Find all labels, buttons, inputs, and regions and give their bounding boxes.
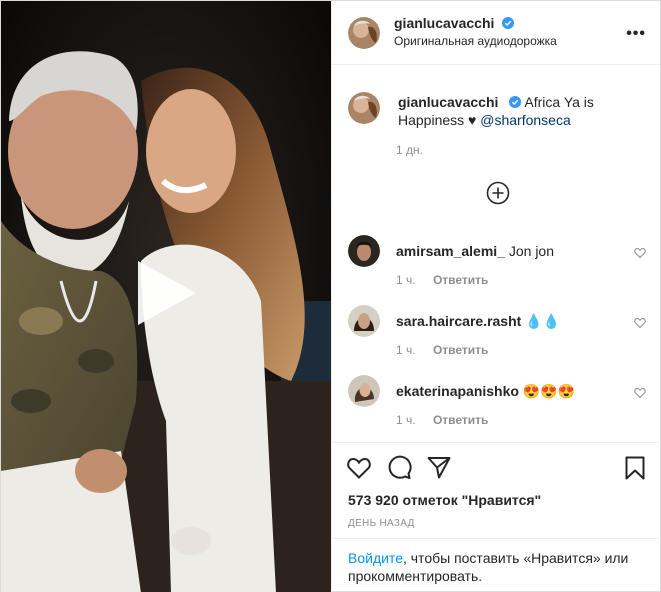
comment-meta: 1 ч. Ответить (396, 413, 502, 427)
reply-button[interactable]: Ответить (433, 273, 488, 287)
comment-like-icon[interactable] (634, 387, 646, 399)
comment-time[interactable]: 1 ч. (396, 273, 416, 287)
comment-item: amirsam_alemi_ Jon jon 1 ч. Ответить (348, 235, 648, 295)
comments-section: gianlucavacchi Africa Ya is Happiness ♥ … (332, 65, 661, 442)
avatar-image (348, 16, 380, 49)
comment-meta: 1 ч. Ответить (396, 273, 502, 287)
likes-count[interactable]: 573 920 отметок "Нравится" (348, 492, 541, 508)
post-video[interactable] (1, 1, 331, 592)
avatar-image (348, 305, 380, 337)
paper-plane-icon[interactable] (426, 455, 452, 481)
caption-avatar[interactable] (348, 92, 380, 124)
plus-circle-icon[interactable] (486, 181, 510, 205)
reply-button[interactable]: Ответить (433, 343, 488, 357)
comment-line: ekaterinapanishko 😍😍😍 (396, 383, 575, 400)
avatar-image (348, 235, 380, 267)
caption: gianlucavacchi Africa Ya is Happiness ♥ … (348, 92, 648, 129)
comment-text: 😍😍😍 (522, 383, 576, 399)
author-avatar[interactable] (348, 16, 380, 49)
commenter-avatar[interactable] (348, 235, 380, 267)
verified-badge-icon (509, 96, 522, 108)
verified-badge-icon (502, 17, 515, 29)
commenter-avatar[interactable] (348, 305, 380, 337)
post-sidebar: gianlucavacchi Оригинальная аудиодорожка… (331, 1, 661, 592)
heart-outline-icon[interactable] (346, 455, 372, 481)
caption-text: gianlucavacchi Africa Ya is Happiness ♥ … (398, 93, 648, 129)
heart-emoji: ♥ (468, 112, 477, 128)
post-header: gianlucavacchi Оригинальная аудиодорожка… (332, 1, 660, 65)
commenter-avatar[interactable] (348, 375, 380, 407)
header-text: gianlucavacchi Оригинальная аудиодорожка (394, 15, 557, 50)
comment-meta: 1 ч. Ответить (396, 343, 502, 357)
comment-username[interactable]: amirsam_alemi_ (396, 243, 505, 259)
caption-time[interactable]: 1 дн. (396, 143, 423, 157)
comment-line: amirsam_alemi_ Jon jon (396, 243, 554, 259)
comment-time[interactable]: 1 ч. (396, 343, 416, 357)
comment-username[interactable]: ekaterinapanishko (396, 383, 519, 399)
comment-like-icon[interactable] (634, 317, 646, 329)
comment-line: sara.haircare.rasht 💧💧 (396, 313, 560, 330)
post-actions: 573 920 отметок "Нравится" ДЕНЬ НАЗАД Во… (332, 442, 661, 592)
login-prompt: Войдите, чтобы поставить «Нравится» или … (332, 538, 661, 592)
comment-item: sara.haircare.rasht 💧💧 1 ч. Ответить (348, 305, 648, 365)
caption-username[interactable]: gianlucavacchi (398, 94, 498, 110)
comment-icon[interactable] (386, 455, 412, 481)
audio-track-link[interactable]: Оригинальная аудиодорожка (394, 33, 557, 50)
author-username[interactable]: gianlucavacchi (394, 15, 494, 31)
avatar-image (348, 375, 380, 407)
comment-text: 💧💧 (525, 313, 561, 329)
instagram-post: gianlucavacchi Оригинальная аудиодорожка… (0, 0, 661, 592)
comment-text: Jon jon (508, 243, 555, 259)
comment-time[interactable]: 1 ч. (396, 413, 416, 427)
more-options-icon[interactable]: ••• (626, 25, 646, 43)
mention-link[interactable]: @sharfonseca (480, 112, 570, 128)
reply-button[interactable]: Ответить (433, 413, 488, 427)
comment-username[interactable]: sara.haircare.rasht (396, 313, 521, 329)
bookmark-icon[interactable] (622, 455, 648, 481)
play-icon[interactable] (134, 259, 198, 327)
login-link[interactable]: Войдите (348, 550, 403, 566)
comment-item: ekaterinapanishko 😍😍😍 1 ч. Ответить (348, 375, 648, 435)
post-date[interactable]: ДЕНЬ НАЗАД (348, 518, 415, 529)
avatar-image (348, 92, 380, 124)
comment-like-icon[interactable] (634, 247, 646, 259)
